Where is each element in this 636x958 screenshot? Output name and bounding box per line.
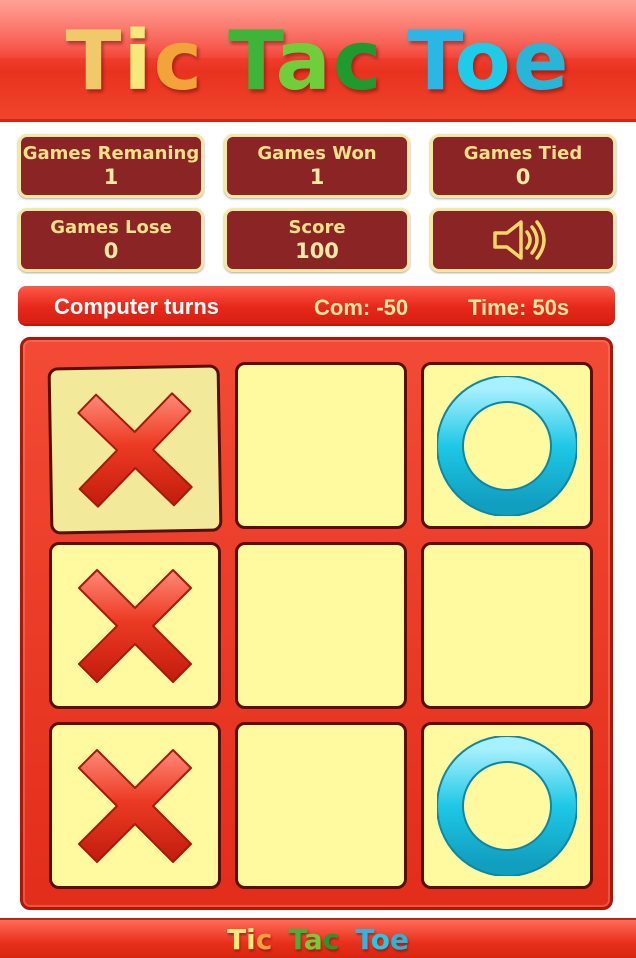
footer-banner: Tic Tac Toe <box>0 918 636 958</box>
x-mark-icon <box>77 391 193 508</box>
board-cell-8[interactable] <box>235 722 407 889</box>
game-board <box>20 337 613 910</box>
games-remaining-value: 1 <box>103 165 119 189</box>
footer-word-tic: Tic <box>227 923 273 956</box>
turn-indicator: Computer turns <box>54 294 219 319</box>
games-remaining-box: Games Remaning 1 <box>18 134 204 198</box>
games-tied-value: 0 <box>515 165 531 189</box>
sound-toggle-button[interactable] <box>430 208 616 272</box>
board-cell-9[interactable] <box>421 722 593 889</box>
games-tied-label: Games Tied <box>463 143 583 164</box>
timer: Time: 50s <box>468 295 570 320</box>
x-mark-icon <box>78 748 192 863</box>
app-title: Tic Tac Toe <box>0 14 636 110</box>
board-cell-3[interactable] <box>421 362 593 529</box>
board-cell-4[interactable] <box>49 542 221 709</box>
o-mark-icon <box>437 735 577 876</box>
o-mark-icon <box>437 375 577 516</box>
speaker-icon <box>493 220 546 260</box>
games-remaining-label: Games Remaning <box>22 143 200 164</box>
title-word-tac: Tac <box>228 14 384 109</box>
games-won-box: Games Won 1 <box>224 134 410 198</box>
footer-word-tac: Tac <box>288 923 340 956</box>
title-word-toe: Toe <box>407 14 571 109</box>
header-banner: Tic Tac Toe <box>0 0 636 122</box>
title-word-tic: Tic <box>65 14 205 109</box>
board-cell-7[interactable] <box>49 722 221 889</box>
status-bar: Computer turns Com: -50 Time: 50s <box>18 286 615 326</box>
board-cell-1[interactable] <box>47 364 223 535</box>
board-cell-6[interactable] <box>421 542 593 709</box>
x-mark-icon <box>78 568 192 683</box>
games-lose-value: 0 <box>103 239 119 263</box>
board-cell-2[interactable] <box>235 362 407 529</box>
games-won-value: 1 <box>309 165 325 189</box>
score-box: Score 100 <box>224 208 410 272</box>
games-won-label: Games Won <box>257 143 377 164</box>
score-value: 100 <box>295 239 339 263</box>
footer-word-toe: Toe <box>355 923 409 956</box>
computer-score: Com: -50 <box>314 295 409 320</box>
games-tied-box: Games Tied 0 <box>430 134 616 198</box>
games-lose-box: Games Lose 0 <box>18 208 204 272</box>
score-label: Score <box>288 217 346 238</box>
board-cell-5[interactable] <box>235 542 407 709</box>
games-lose-label: Games Lose <box>50 217 172 238</box>
